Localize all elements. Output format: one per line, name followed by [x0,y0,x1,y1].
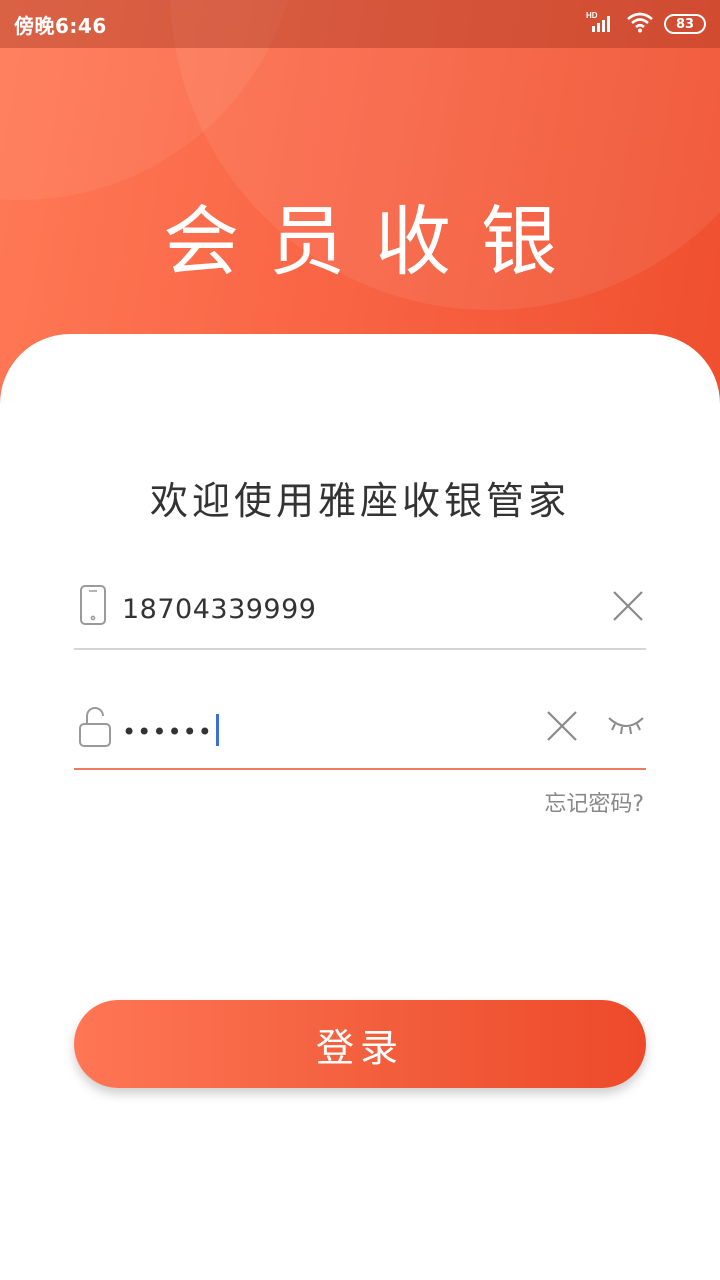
status-bar: 傍晚6:46 HD 83 [0,0,720,48]
password-input-value[interactable]: •••••• [122,714,219,746]
network-type-label: HD [586,11,598,20]
phone-input-value[interactable]: 18704339999 [122,594,316,625]
login-button[interactable]: 登录 [74,1000,646,1088]
toggle-password-visibility-button[interactable] [606,712,646,740]
login-screen: 傍晚6:46 HD 83 会员收银 欢迎使用雅座收银管家 18704339999… [0,0,720,1280]
signal-icon: HD [586,10,616,38]
forgot-password-link[interactable]: 忘记密码? [544,786,644,818]
eye-closed-icon [608,717,644,735]
wifi-icon [626,11,654,37]
text-caret [215,714,219,746]
close-icon [613,591,643,621]
close-icon [547,711,577,741]
status-icons: HD 83 [586,10,706,38]
password-masked: •••••• [122,718,213,746]
lock-icon [78,704,112,748]
password-field[interactable]: •••••• [74,690,646,770]
app-title: 会员收银 [163,197,587,286]
clear-password-button[interactable] [544,708,580,744]
clear-phone-button[interactable] [610,588,646,624]
battery-indicator: 83 [664,14,706,34]
phone-icon [78,584,112,628]
phone-field[interactable]: 18704339999 [74,570,646,650]
welcome-text: 欢迎使用雅座收银管家 [149,479,570,523]
status-time: 傍晚6:46 [14,13,107,38]
